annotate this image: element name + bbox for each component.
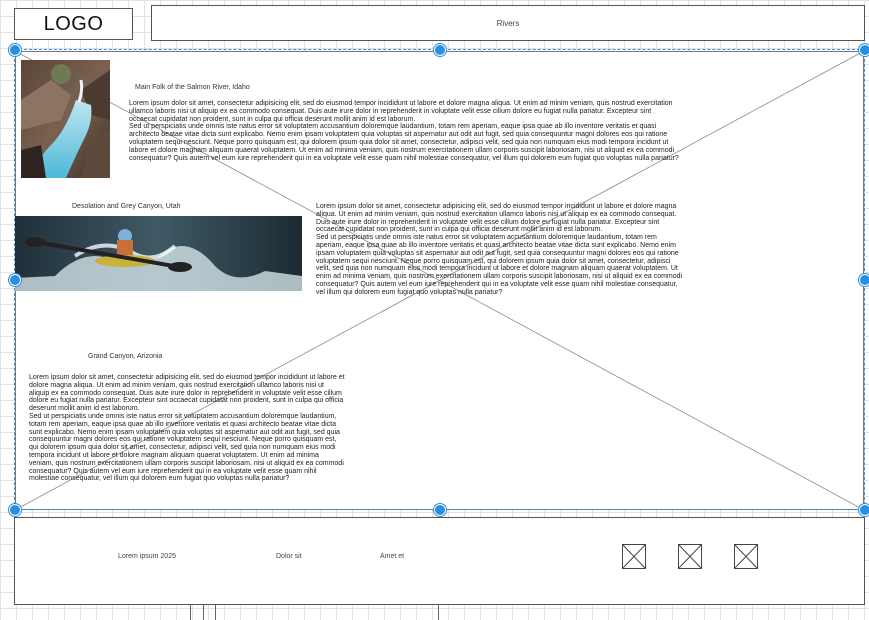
resize-handle-middle-right[interactable] xyxy=(859,274,869,286)
resize-handle-middle-left[interactable] xyxy=(9,274,21,286)
paragraph: Lorem ipsum dolor sit amet, consectetur … xyxy=(129,100,673,123)
paragraph: Sed ut perspiciatis unde omnis iste natu… xyxy=(129,123,679,162)
nav-bar[interactable]: Rivers xyxy=(151,5,865,41)
footer-link[interactable]: Lorem ipsum 2025 xyxy=(118,553,176,560)
paragraph: Lorem ipsum dolor sit amet, consectetur … xyxy=(316,203,677,234)
resize-handle-top-right[interactable] xyxy=(859,44,869,56)
paragraph: Sed ut perspiciatis unde omnis iste natu… xyxy=(29,412,344,483)
resize-handle-top-middle[interactable] xyxy=(434,44,446,56)
resize-handle-bottom-right[interactable] xyxy=(859,504,869,516)
image-placeholder-icon[interactable] xyxy=(622,544,646,569)
kayaker-photo xyxy=(15,216,302,291)
resize-handle-bottom-middle[interactable] xyxy=(434,504,446,516)
resize-handle-top-left[interactable] xyxy=(9,44,21,56)
image-placeholder-icon[interactable] xyxy=(734,544,758,569)
logo-text: LOGO xyxy=(43,12,104,35)
section-caption: Main Folk of the Salmon River, Idaho xyxy=(135,84,250,91)
section-text: Lorem ipsum dolor sit amet, consectetur … xyxy=(29,374,345,483)
image-placeholder-icon[interactable] xyxy=(678,544,702,569)
resize-handle-bottom-left[interactable] xyxy=(9,504,21,516)
footer-link[interactable]: Amet et xyxy=(380,553,404,560)
paragraph: Sed ut perspiciatis unde omnis iste natu… xyxy=(316,234,683,296)
section-caption: Grand Canyon, Arizonia xyxy=(88,353,163,360)
footer-link[interactable]: Dolor sit xyxy=(276,553,302,560)
section-caption: Desolation and Grey Canyon, Utah xyxy=(72,203,181,210)
section-text: Lorem ipsum dolor sit amet, consectetur … xyxy=(129,100,679,162)
nav-title[interactable]: Rivers xyxy=(497,19,520,28)
section-text: Lorem ipsum dolor sit amet, consectetur … xyxy=(316,203,684,297)
paragraph: Lorem ipsum dolor sit amet, consectetur … xyxy=(29,374,345,413)
river-gorge-photo xyxy=(21,60,110,178)
canvas-edge xyxy=(0,605,869,620)
logo[interactable]: LOGO xyxy=(14,8,133,40)
